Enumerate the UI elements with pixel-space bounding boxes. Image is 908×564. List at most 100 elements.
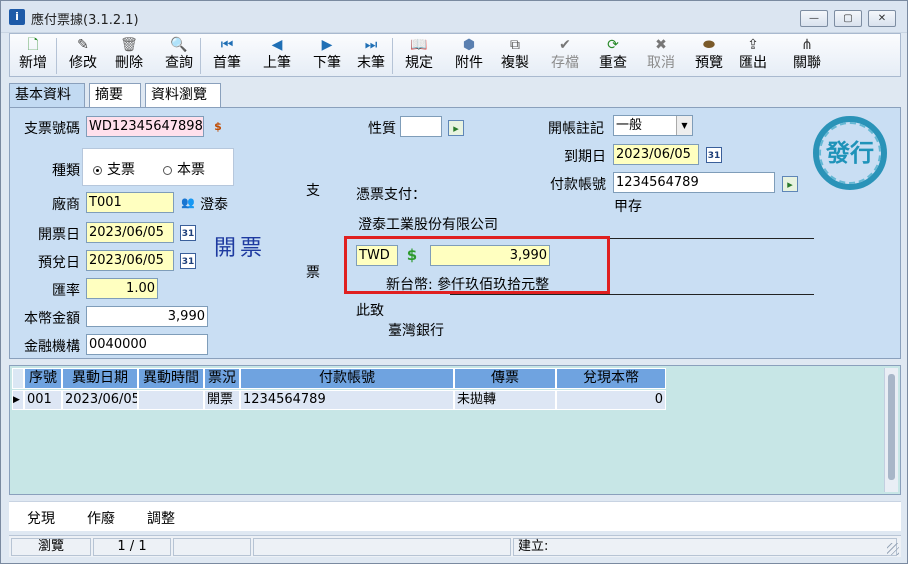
toolbar-button-label: 複製 — [501, 55, 529, 71]
issued-stamp-text: 發行 — [819, 122, 881, 184]
toolbar-button-label: 匯出 — [739, 55, 767, 71]
refresh-icon: ⟳ — [607, 37, 619, 53]
payee-name: 澄泰工業股份有限公司 — [358, 217, 498, 233]
toolbar: 🗋 新增 ✎ 修改 🗑 刪除 🔍 查詢 ⏮ 首筆 ◀ 上筆 ▶ 下筆 ⏭ 末筆 📖 規定 ⬢ 附件 ⧉ 複製 ✔ 存檔 ⟳ 重查 ✖… — [9, 33, 901, 77]
toolbar-button-7[interactable]: ⏭ 末筆 — [350, 36, 392, 76]
toolbar-button-6[interactable]: ▶ 下筆 — [306, 36, 348, 76]
toolbar-button-4[interactable]: ⏮ 首筆 — [206, 36, 248, 76]
toolbar-button-12[interactable]: ⟳ 重查 — [592, 36, 634, 76]
grid-header[interactable]: 傳票 — [454, 368, 556, 389]
tab-summary[interactable]: 摘要 — [89, 83, 141, 107]
grid-header[interactable]: 付款帳號 — [240, 368, 454, 389]
calendar-icon[interactable]: 31 — [180, 225, 196, 241]
prev-record-icon: ◀ — [271, 37, 283, 53]
type-radio-check[interactable]: 支票 — [93, 159, 135, 179]
tab-data-browse[interactable]: 資料瀏覽 — [145, 83, 221, 107]
expected-date-label: 預兌日 — [38, 255, 80, 271]
type-radio-note[interactable]: 本票 — [163, 159, 205, 179]
tab-basic-info[interactable]: 基本資料 — [9, 83, 85, 108]
toolbar-button-1[interactable]: ✎ 修改 — [62, 36, 104, 76]
calendar-icon[interactable]: 31 — [180, 253, 196, 269]
radio-selected-icon — [93, 165, 102, 175]
void-button[interactable]: 作廢 — [87, 508, 115, 528]
status-mode: 瀏覽 — [11, 538, 91, 556]
book-icon: 📖 — [410, 37, 428, 53]
toolbar-button-label: 刪除 — [115, 55, 143, 71]
toolbar-button-9[interactable]: ⬢ 附件 — [448, 36, 490, 76]
toolbar-button-10[interactable]: ⧉ 複製 — [494, 36, 536, 76]
search-icon: 🔍 — [170, 37, 188, 53]
toolbar-button-label: 查詢 — [165, 55, 193, 71]
toolbar-button-3[interactable]: 🔍 查詢 — [158, 36, 200, 76]
nature-field[interactable] — [400, 116, 442, 137]
toolbar-button-8[interactable]: 📖 規定 — [398, 36, 440, 76]
toolbar-button-13[interactable]: ✖ 取消 — [640, 36, 682, 76]
table-cell[interactable] — [138, 390, 204, 410]
check-no-field[interactable]: WD12345647898 — [86, 116, 204, 137]
last-record-icon: ⏭ — [364, 37, 378, 53]
toolbar-button-11[interactable]: ✔ 存檔 — [544, 36, 586, 76]
copy-icon: ⧉ — [510, 37, 520, 53]
table-cell[interactable]: 未拋轉 — [454, 390, 556, 410]
due-date-field[interactable]: 2023/06/05 — [613, 144, 699, 165]
grid-header[interactable]: 異動日期 — [62, 368, 138, 389]
title-bar: i 應付票據(3.1.2.1) — ▢ ✕ — [1, 1, 907, 33]
toolbar-button-0[interactable]: 🗋 新增 — [12, 36, 54, 76]
table-cell[interactable]: 0 — [556, 390, 666, 410]
chevron-down-icon[interactable]: ▼ — [676, 116, 692, 135]
grid-scrollbar[interactable] — [884, 368, 898, 492]
account-lookup-icon[interactable]: ▸ — [782, 176, 798, 192]
toolbar-separator — [56, 38, 57, 74]
toolbar-button-label: 關聯 — [793, 55, 821, 71]
expected-date-field[interactable]: 2023/06/05 — [86, 250, 174, 271]
cash-button[interactable]: 兌現 — [27, 508, 55, 528]
toolbar-button-15[interactable]: ⇪ 匯出 — [732, 36, 774, 76]
next-record-icon: ▶ — [321, 37, 333, 53]
grid-header[interactable]: 異動時間 — [138, 368, 204, 389]
table-cell[interactable]: 1234564789 — [240, 390, 454, 410]
preview-icon: ⬬ — [703, 37, 715, 53]
toolbar-button-label: 取消 — [647, 55, 675, 71]
local-amount-field[interactable]: 3,990 — [86, 306, 208, 327]
toolbar-button-label: 下筆 — [313, 55, 341, 71]
issue-date-field[interactable]: 2023/06/05 — [86, 222, 174, 243]
nature-lookup-icon[interactable]: ▸ — [448, 120, 464, 136]
rate-field[interactable]: 1.00 — [86, 278, 158, 299]
status-bar: 瀏覽 1 / 1 建立: — [9, 535, 901, 557]
resize-grip-icon[interactable] — [887, 543, 899, 555]
maximize-button[interactable]: ▢ — [834, 10, 862, 27]
opening-select[interactable]: 一般 ▼ — [613, 115, 693, 136]
vendor-lookup-icon[interactable]: 👥 — [180, 195, 196, 211]
vendor-code-field[interactable]: T001 — [86, 192, 174, 213]
minimize-button[interactable]: — — [800, 10, 828, 27]
pay-account-field[interactable]: 1234564789 — [613, 172, 775, 193]
close-button[interactable]: ✕ — [868, 10, 896, 27]
grid-header[interactable]: 序號 — [24, 368, 62, 389]
cancel-icon: ✖ — [655, 37, 667, 53]
to-label: 此致 — [356, 303, 384, 319]
table-cell[interactable]: 2023/06/05 — [62, 390, 138, 410]
toolbar-button-14[interactable]: ⬬ 預覽 — [686, 36, 732, 76]
history-grid: 序號 異動日期 異動時間 票況 付款帳號 傳票 兌現本幣 ▶ 001 2023/… — [9, 365, 901, 495]
table-cell[interactable]: 開票 — [204, 390, 240, 410]
first-record-icon: ⏮ — [220, 37, 234, 53]
status-created: 建立: — [513, 538, 897, 556]
toolbar-button-5[interactable]: ◀ 上筆 — [256, 36, 298, 76]
pay-account-label: 付款帳號 — [550, 177, 606, 193]
basic-info-panel: 支票號碼 WD12345647898 $ 種類 支票 本票 廠商 T001 👥 … — [9, 107, 901, 359]
check-lookup-icon[interactable]: $ — [210, 119, 226, 135]
toolbar-button-label: 末筆 — [357, 55, 385, 71]
toolbar-button-16[interactable]: ⋔ 關聯 — [786, 36, 828, 76]
toolbar-separator — [200, 38, 201, 74]
opening-label: 開帳註記 — [548, 121, 604, 137]
pay-to-label: 憑票支付： — [356, 187, 426, 203]
edit-icon: ✎ — [77, 37, 89, 53]
table-cell[interactable]: 001 — [24, 390, 62, 410]
grid-header[interactable]: 兌現本幣 — [556, 368, 666, 389]
scrollbar-thumb[interactable] — [888, 374, 895, 480]
adjust-button[interactable]: 調整 — [147, 508, 175, 528]
calendar-icon[interactable]: 31 — [706, 147, 722, 163]
grid-header[interactable]: 票況 — [204, 368, 240, 389]
toolbar-button-2[interactable]: 🗑 刪除 — [108, 36, 150, 76]
bank-code-field[interactable]: 0040000 — [86, 334, 208, 355]
